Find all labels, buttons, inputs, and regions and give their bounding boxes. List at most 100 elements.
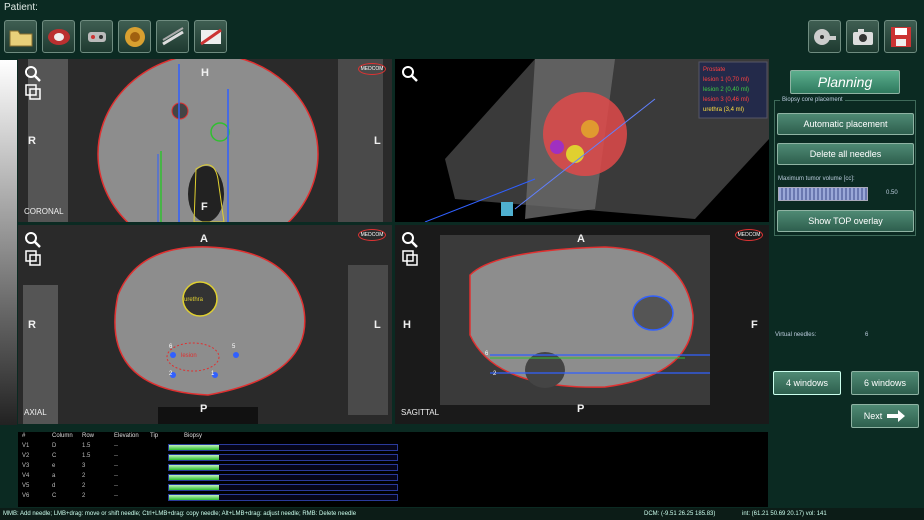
show-overlay-button[interactable]: Show TOP overlay (777, 210, 914, 232)
orientation-bottom: P (577, 403, 585, 415)
table-cell: -- (114, 443, 118, 449)
probe-button[interactable] (194, 20, 227, 53)
table-row[interactable]: V1 D 1.5 -- (18, 443, 768, 452)
needle-number: 1 (211, 371, 215, 377)
table-cell: 3 (82, 463, 86, 469)
sagittal-view[interactable]: MEDCOM A P H F 6 2 SAGITTAL (395, 225, 769, 424)
biopsy-progress (168, 464, 398, 471)
biopsy-progress (168, 474, 398, 481)
orientation-left: H (403, 319, 411, 331)
screenshot-button[interactable] (846, 20, 879, 53)
table-cell: V6 (22, 493, 30, 499)
next-button[interactable]: Next (851, 404, 919, 428)
prostate-3d-button[interactable] (118, 20, 151, 53)
table-cell: d (52, 483, 56, 489)
coronal-view[interactable]: MEDCOM H F R L CORONAL (18, 59, 392, 222)
table-cell: a (52, 473, 56, 479)
header-column: Column (52, 433, 73, 439)
biopsy-progress-fill (169, 475, 220, 480)
axial-view[interactable]: MEDCOM A P R L urethra lesion 6 5 2 1 AX… (18, 225, 392, 424)
robot-button[interactable] (80, 20, 113, 53)
legend-lesion-1: lesion 1 (0,70 ml) (703, 77, 750, 83)
needle-table: # Column Row Elevation Tip Biopsy V1 D 1.5… (18, 432, 768, 507)
table-row[interactable]: V5 d 2 -- (18, 483, 768, 492)
segmentation-legend: Prostate lesion 1 (0,70 ml) lesion 2 (0,… (703, 65, 749, 115)
tumor-volume-label: Maximum tumor volume [cc]: (778, 176, 855, 182)
table-row[interactable]: V3 e 3 -- (18, 463, 768, 472)
six-windows-button[interactable]: 6 windows (851, 371, 919, 395)
copy-view-icon[interactable] (401, 249, 419, 267)
robot-arm-icon (87, 31, 106, 42)
table-cell: -- (114, 483, 118, 489)
legend-prostate: Prostate (703, 67, 726, 73)
axial-view-button[interactable] (42, 20, 75, 53)
needle-number: 2 (493, 371, 497, 377)
table-row[interactable]: V4 a 2 -- (18, 473, 768, 482)
zoom-icon[interactable] (24, 65, 42, 83)
open-folder-button[interactable] (4, 20, 37, 53)
biopsy-progress-fill (169, 465, 220, 470)
section-title: Biopsy core placement (780, 97, 845, 103)
planning-tab[interactable]: Planning (790, 70, 900, 94)
orientation-right: L (374, 135, 381, 147)
delete-all-needles-button[interactable]: Delete all needles (777, 143, 914, 165)
header-index: # (22, 433, 26, 439)
table-cell: -- (114, 453, 118, 459)
3d-view[interactable]: Prostate lesion 1 (0,70 ml) lesion 2 (0,… (395, 59, 769, 222)
table-cell: C (52, 493, 57, 499)
table-row[interactable]: V6 C 2 -- (18, 493, 768, 502)
needle-number: 6 (169, 344, 173, 350)
table-cell: 2 (82, 473, 86, 479)
legend-lesion-3: lesion 3 (0,46 ml) (703, 97, 750, 103)
orientation-top: A (200, 233, 208, 245)
orientation-bottom: F (201, 201, 208, 213)
table-cell: V3 (22, 463, 30, 469)
header-biopsy: Biopsy (184, 433, 203, 439)
table-cell: 2 (82, 493, 86, 499)
four-windows-button[interactable]: 4 windows (773, 371, 841, 395)
table-header: # Column Row Elevation Tip Biopsy (18, 433, 768, 442)
orientation-right: F (751, 319, 758, 331)
save-button[interactable] (884, 20, 917, 53)
help-text: MMB: Add needle; LMB+drag: move or shift… (3, 511, 357, 517)
film-reel-icon (813, 28, 836, 45)
biopsy-progress-fill (169, 485, 220, 490)
patient-label: Patient: (4, 2, 38, 13)
table-cell: -- (114, 493, 118, 499)
tumor-volume-slider[interactable] (778, 187, 868, 201)
folder-icon (9, 30, 32, 46)
automatic-placement-button[interactable]: Automatic placement (777, 113, 914, 135)
needle-guide-button[interactable] (156, 20, 189, 53)
orientation-left: R (28, 135, 36, 147)
probe-icon (199, 28, 222, 45)
slice-position-bar[interactable] (0, 60, 17, 425)
status-bar: MMB: Add needle; LMB+drag: move or shift… (0, 508, 924, 520)
zoom-icon[interactable] (401, 231, 419, 249)
copy-view-icon[interactable] (24, 249, 42, 267)
orientation-bottom: P (200, 403, 208, 415)
table-cell: 1.5 (82, 453, 91, 459)
table-cell: e (52, 463, 56, 469)
medcom-logo: MEDCOM (358, 229, 386, 241)
header-elevation: Elevation (114, 433, 139, 439)
virtual-needles-label: Virtual needles: (775, 332, 817, 338)
needle-number: 5 (232, 344, 236, 350)
axial-slice-icon (47, 28, 70, 45)
biopsy-progress (168, 454, 398, 461)
table-cell: V5 (22, 483, 30, 489)
orientation-top: H (201, 67, 209, 79)
header-row: Row (82, 433, 95, 439)
zoom-icon[interactable] (24, 231, 42, 249)
copy-view-icon[interactable] (24, 83, 42, 101)
table-row[interactable]: V2 C 1.5 -- (18, 453, 768, 462)
tumor-volume-value: 0.50 (886, 190, 898, 196)
next-label: Next (863, 411, 883, 421)
needle-guide-icon (161, 26, 184, 45)
save-disk-icon (890, 26, 911, 47)
virtual-needles-count: 6 (865, 332, 869, 338)
zoom-icon[interactable] (401, 65, 419, 83)
movie-button[interactable] (808, 20, 841, 53)
table-cell: 1.5 (82, 443, 91, 449)
table-cell: C (52, 453, 57, 459)
biopsy-progress-fill (169, 495, 220, 500)
